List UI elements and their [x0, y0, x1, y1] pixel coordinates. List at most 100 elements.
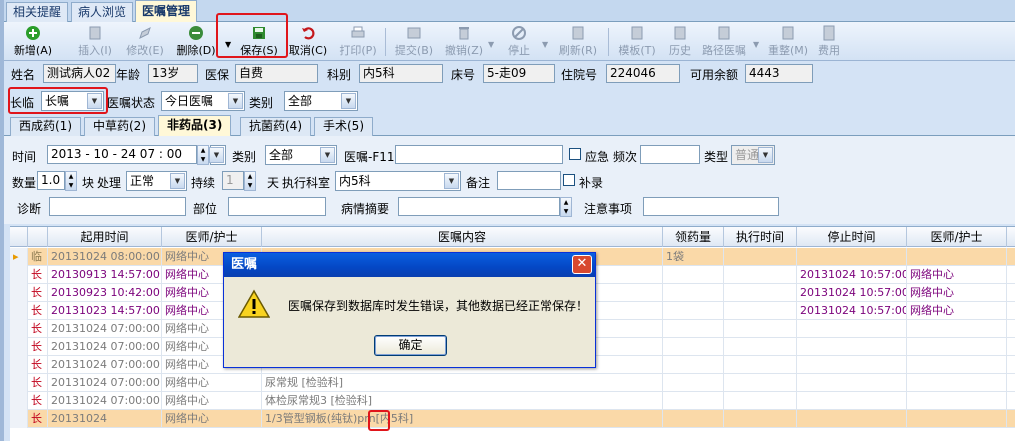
header-start-time[interactable]: 起用时间 [48, 227, 162, 247]
row-indicator[interactable] [10, 320, 28, 338]
duration-spinner[interactable]: ▲ ▼ [244, 171, 256, 191]
summary-input[interactable] [398, 197, 560, 216]
summary-scroll[interactable]: ▲ ▼ [560, 197, 572, 217]
cell-exec-time [724, 320, 797, 338]
cell-exec-time [724, 392, 797, 410]
time-spinner[interactable]: ▲ ▼ [197, 145, 209, 165]
makeup-checkbox[interactable] [563, 174, 575, 186]
stop-label: 停止 [508, 44, 530, 57]
cell-dispense-qty [663, 302, 724, 320]
cancel-button[interactable]: 取消(C) [286, 24, 330, 58]
cell-type: 长 [28, 410, 48, 428]
tab-related-reminders[interactable]: 相关提醒 [6, 2, 69, 22]
insert-label: 插入(I) [78, 44, 112, 57]
template-button[interactable]: 模板(T) [612, 24, 662, 58]
row-pointer-icon[interactable]: ▸ [10, 248, 28, 266]
tab-non-drug[interactable]: 非药品(3) [158, 115, 232, 136]
tab-antibiotics[interactable]: 抗菌药(4) [240, 117, 311, 136]
submit-button[interactable]: 提交(B) [392, 24, 436, 58]
status-select[interactable]: 今日医嘱 ▼ [161, 91, 245, 111]
diagnosis-input[interactable] [49, 197, 186, 216]
header-stop-doctor[interactable]: 医师/护士 [907, 227, 1007, 247]
admission-field: 224046 [606, 64, 680, 83]
cell-stop-time [797, 374, 907, 392]
insert-button[interactable]: 插入(I) [70, 24, 120, 58]
row-indicator[interactable] [10, 374, 28, 392]
tab-herbal-medicine[interactable]: 中草药(2) [84, 117, 155, 136]
urgent-checkbox[interactable] [569, 148, 581, 160]
print-button[interactable]: 打印(P) [336, 24, 380, 58]
delete-button[interactable]: 删除(D) [171, 24, 221, 58]
exec-dept-select[interactable]: 内5科 ▼ [335, 171, 461, 191]
qty-input[interactable]: 1.0 [37, 171, 65, 190]
handle-value: 正常 [130, 174, 155, 188]
cell-stop-doctor: 网络中心 [907, 284, 1007, 302]
time-dropdown[interactable]: ▼ [209, 145, 226, 165]
cell-dispense-qty [663, 356, 724, 374]
toolbar: 新增(A) 插入(I) 修改(E) 删除(D) ▼ 保存(S) 取消(C) 打印… [4, 22, 1015, 61]
tab-western-medicine[interactable]: 西成药(1) [10, 117, 81, 136]
table-row[interactable]: 长 20131024 网络中心 1/3管型钢板(纯钛)prn[内5科] [10, 410, 1015, 428]
site-label: 部位 [193, 202, 218, 216]
row-indicator[interactable] [10, 302, 28, 320]
duration-input[interactable]: 1 [222, 171, 244, 190]
revoke-button[interactable]: 撤销(Z) [442, 24, 486, 58]
row-indicator[interactable] [10, 266, 28, 284]
cell-start-time: 20131024 07:00:00 [48, 356, 162, 374]
site-input[interactable] [228, 197, 326, 216]
refresh-button[interactable]: 刷新(R) [554, 24, 602, 58]
form-type-select[interactable]: 全部 ▼ [265, 145, 337, 165]
header-dispense-qty[interactable]: 领药量 [663, 227, 724, 247]
tab-surgery[interactable]: 手术(5) [314, 117, 373, 136]
row-indicator[interactable] [10, 410, 28, 428]
pathway-dropdown-icon[interactable]: ▼ [753, 40, 759, 49]
row-indicator[interactable] [10, 392, 28, 410]
kind-value: 普通 [735, 148, 760, 162]
history-button[interactable]: 历史 [664, 24, 696, 58]
row-indicator[interactable] [10, 356, 28, 374]
kind-select[interactable]: 普通 ▼ [731, 145, 775, 165]
header-content[interactable]: 医嘱内容 [262, 227, 663, 247]
print-icon [351, 26, 365, 38]
row-indicator[interactable] [10, 338, 28, 356]
tab-order-management[interactable]: 医嘱管理 [135, 0, 198, 22]
edit-button[interactable]: 修改(E) [120, 24, 170, 58]
stop-button[interactable]: 停止 [499, 24, 539, 58]
notice-input[interactable] [643, 197, 779, 216]
pathway-label: 路径医嘱 [702, 44, 746, 57]
revoke-dropdown-icon[interactable]: ▼ [488, 40, 494, 49]
close-icon[interactable]: ✕ [572, 255, 592, 274]
stop-dropdown-icon[interactable]: ▼ [542, 40, 548, 49]
time-input[interactable]: 2013 - 10 - 24 07 : 00 [47, 145, 197, 164]
category-select[interactable]: 全部 ▼ [284, 91, 358, 111]
handle-label: 处理 [97, 176, 122, 190]
table-row[interactable]: 长 20131024 07:00:00 网络中心 尿常规 [检验科] [10, 374, 1015, 392]
header-exec-time[interactable]: 执行时间 [724, 227, 797, 247]
chevron-down-icon: ▼ [320, 147, 335, 163]
remark-input[interactable] [497, 171, 561, 190]
table-row[interactable]: 长 20131024 07:00:00 网络中心 体检尿常规3 [检验科] [10, 392, 1015, 410]
frequency-input[interactable] [640, 145, 700, 164]
notice-label: 注意事项 [584, 202, 633, 216]
age-field: 13岁 [148, 64, 198, 83]
submit-icon [407, 27, 421, 39]
cell-content: 体检尿常规3 [检验科] [262, 392, 663, 410]
fee-button[interactable]: 费用 [814, 24, 844, 58]
reset-button[interactable]: 重整(M) [764, 24, 812, 58]
row-indicator[interactable] [10, 284, 28, 302]
header-stop-time[interactable]: 停止时间 [797, 227, 907, 247]
tab-patient-browse[interactable]: 病人浏览 [71, 2, 134, 22]
add-label: 新增(A) [13, 44, 53, 57]
revoke-label: 撤销(Z) [444, 44, 484, 57]
add-button[interactable]: 新增(A) [6, 24, 60, 58]
pathway-orders-button[interactable]: 路径医嘱 [698, 24, 750, 58]
balance-label: 可用余额 [690, 68, 739, 82]
cell-stop-doctor [907, 248, 1007, 266]
handle-select[interactable]: 正常 ▼ [126, 171, 187, 191]
header-doctor[interactable]: 医师/护士 [162, 227, 262, 247]
edit-label: 修改(E) [126, 44, 164, 57]
ok-button[interactable]: 确定 [374, 335, 447, 356]
order-input[interactable] [395, 145, 563, 164]
unit-label: 块 [82, 176, 95, 190]
qty-spinner[interactable]: ▲ ▼ [65, 171, 77, 191]
